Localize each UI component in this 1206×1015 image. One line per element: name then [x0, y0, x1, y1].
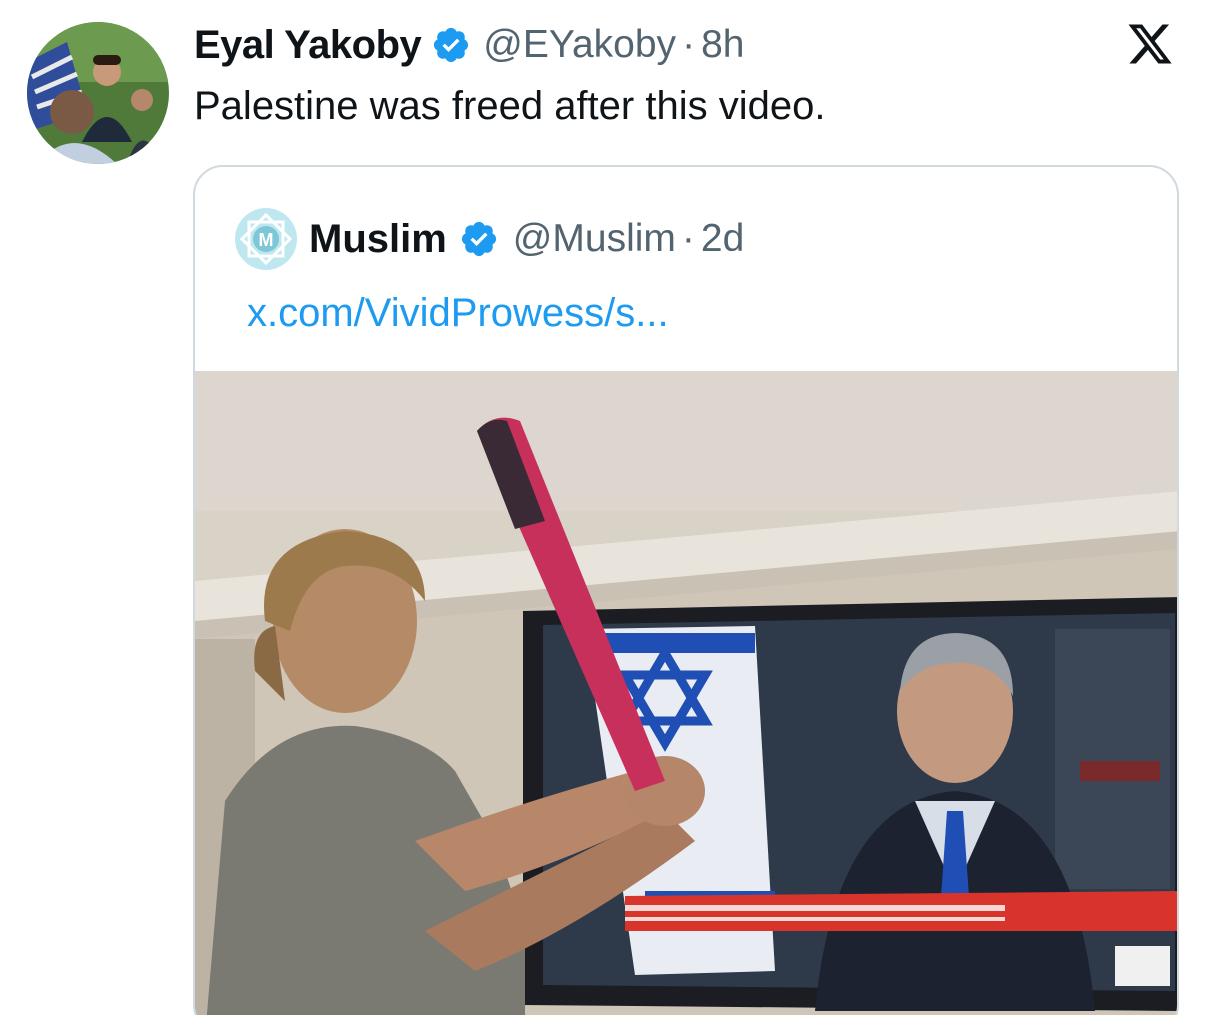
- quote-video-media[interactable]: [195, 371, 1177, 1015]
- quoted-tweet-card[interactable]: M Muslim @Muslim · 2d x.com/VividProwess…: [193, 165, 1179, 1015]
- tweet-text: Palestine was freed after this video.: [194, 84, 826, 128]
- author-handle[interactable]: @EYakoby: [483, 23, 676, 67]
- quote-link[interactable]: x.com/VividProwess/s...: [247, 291, 669, 336]
- x-logo-icon[interactable]: [1124, 20, 1176, 68]
- quote-timestamp[interactable]: 2d: [701, 217, 744, 261]
- quote-header: Muslim @Muslim · 2d: [309, 211, 744, 267]
- tweet-header: Eyal Yakoby @EYakoby · 8h: [194, 18, 744, 72]
- quote-author-handle[interactable]: @Muslim: [513, 217, 676, 261]
- quote-author-name[interactable]: Muslim: [309, 217, 447, 262]
- author-avatar[interactable]: [27, 22, 169, 164]
- author-name[interactable]: Eyal Yakoby: [194, 23, 422, 68]
- verified-badge-icon: [459, 219, 499, 259]
- quote-author-avatar[interactable]: M: [235, 208, 297, 270]
- separator-dot: ·: [681, 217, 695, 260]
- quote-avatar-letter: M: [259, 230, 274, 250]
- verified-badge-icon: [431, 25, 471, 65]
- tweet-timestamp[interactable]: 8h: [701, 23, 744, 67]
- separator-dot: ·: [682, 23, 696, 66]
